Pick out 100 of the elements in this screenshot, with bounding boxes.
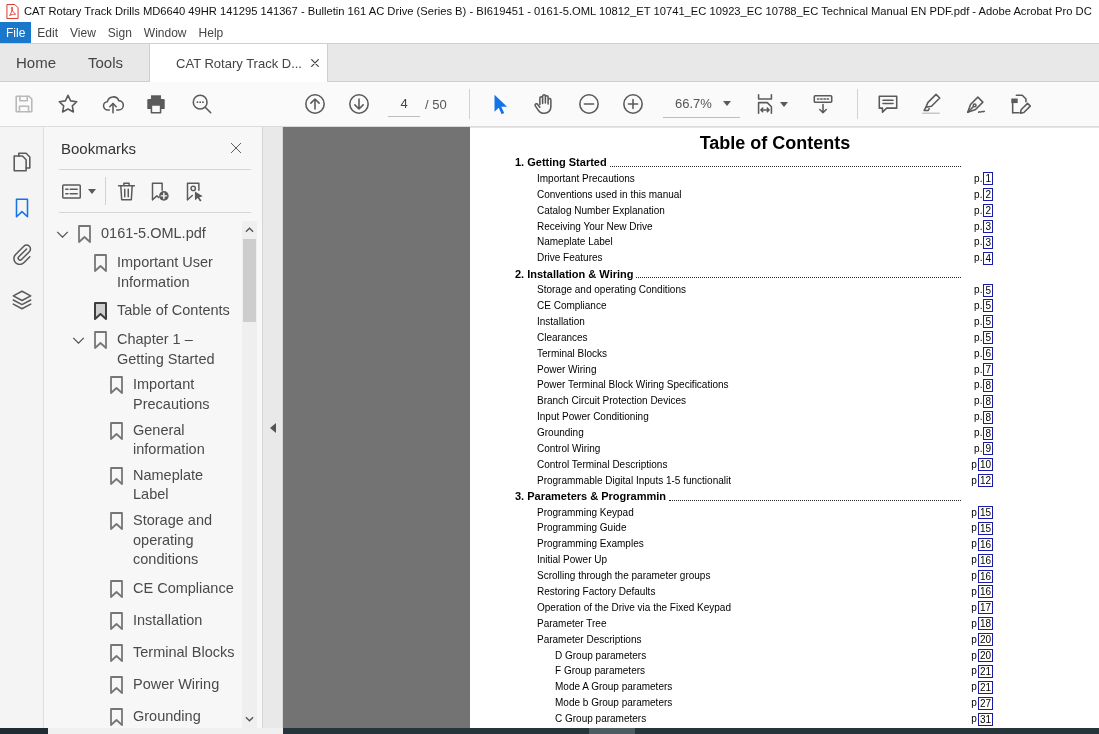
toc-entry[interactable]: Terminal Blocks bbox=[537, 347, 608, 359]
bookmark-label[interactable]: General information bbox=[133, 420, 238, 460]
toc-entry[interactable]: Initial Power Up bbox=[537, 554, 608, 566]
trash-icon[interactable] bbox=[116, 180, 137, 202]
bookmark-label[interactable]: Important User Information bbox=[117, 253, 238, 293]
toc-entry[interactable]: Parameter Tree bbox=[537, 617, 607, 629]
bookmark-label[interactable]: Storage and operating conditions bbox=[133, 510, 238, 570]
toc-entry[interactable]: CE Compliance bbox=[537, 299, 607, 311]
toc-entry[interactable]: Programmable Digital Inputs 1-5 functionalit bbox=[537, 474, 731, 486]
edit-document-icon[interactable] bbox=[1009, 93, 1031, 115]
menu-item[interactable]: Sign bbox=[101, 22, 138, 43]
cloud-upload-icon[interactable] bbox=[102, 93, 124, 115]
add-bookmark-icon[interactable] bbox=[149, 180, 170, 202]
page-link[interactable]: 9 bbox=[983, 442, 993, 456]
page-link[interactable]: 3 bbox=[983, 220, 993, 233]
search-icon[interactable] bbox=[191, 93, 213, 115]
menu-item[interactable]: View bbox=[64, 22, 102, 43]
section-heading[interactable]: 2. Installation & Wiring bbox=[515, 267, 634, 281]
page-link[interactable]: 20 bbox=[977, 649, 993, 663]
toc-entry[interactable]: Scrolling through the parameter groups bbox=[537, 570, 711, 582]
menu-item[interactable]: Edit bbox=[31, 22, 65, 43]
toc-entry[interactable]: Power Wiring bbox=[537, 363, 597, 375]
caret-icon[interactable] bbox=[88, 188, 96, 194]
scrollbar[interactable] bbox=[242, 221, 257, 728]
page-link[interactable]: 4 bbox=[983, 251, 993, 265]
section-heading[interactable]: 3. Parameters & Programmin bbox=[515, 490, 666, 504]
toc-entry[interactable]: Storage and operating Conditions bbox=[537, 284, 686, 296]
page-link[interactable]: 1 bbox=[983, 172, 993, 186]
toc-entry[interactable]: Power Terminal Block Wiring Specifications bbox=[537, 379, 729, 391]
scroll-mode-icon[interactable] bbox=[812, 93, 834, 115]
menu-item[interactable]: Window bbox=[137, 22, 193, 43]
toc-entry[interactable]: Restoring Factory Defaults bbox=[537, 586, 656, 597]
page-link[interactable]: 31 bbox=[977, 712, 993, 726]
highlighter-icon[interactable] bbox=[920, 93, 942, 115]
page-link[interactable]: 15 bbox=[977, 521, 993, 535]
page-link[interactable]: 2 bbox=[983, 204, 993, 218]
nav-tab[interactable]: Tools bbox=[72, 44, 140, 81]
bookmark-label[interactable]: Installation bbox=[133, 610, 238, 631]
toc-entry[interactable]: Clearances bbox=[537, 331, 588, 343]
scroll-down-icon[interactable] bbox=[245, 716, 254, 722]
bookmark-label[interactable]: Chapter 1 – Getting Started bbox=[117, 330, 238, 370]
bookmark-label[interactable]: 0161-5.OML.pdf bbox=[101, 224, 238, 244]
layers-icon[interactable] bbox=[10, 289, 33, 311]
page-link[interactable]: 16 bbox=[977, 569, 993, 583]
bookmark-label[interactable]: Table of Contents bbox=[117, 301, 238, 321]
toc-entry[interactable]: Programming Keypad bbox=[537, 506, 634, 518]
menu-item[interactable]: File bbox=[0, 22, 32, 43]
toc-entry[interactable]: Control Terminal Descriptions bbox=[537, 458, 668, 470]
page-link[interactable]: 5 bbox=[983, 315, 993, 329]
paperclip-icon[interactable] bbox=[10, 243, 33, 265]
page-link[interactable]: 8 bbox=[983, 378, 993, 392]
bookmark-label[interactable]: Terminal Blocks bbox=[133, 642, 238, 663]
page-link[interactable]: 18 bbox=[977, 617, 993, 631]
toc-entry[interactable]: D Group parameters bbox=[555, 649, 647, 661]
toc-entry[interactable]: Parameter Descriptions bbox=[537, 633, 642, 645]
bookmark-label[interactable]: Nameplate Label bbox=[133, 465, 238, 505]
pages-icon[interactable] bbox=[10, 151, 33, 173]
page-link[interactable]: 12 bbox=[977, 474, 993, 488]
bookmark-label[interactable]: Grounding bbox=[133, 706, 238, 727]
page-link[interactable]: 21 bbox=[977, 664, 993, 678]
toc-entry[interactable]: F Group parameters bbox=[555, 665, 646, 677]
caret-icon[interactable] bbox=[780, 101, 788, 107]
nav-tab[interactable]: Home bbox=[0, 44, 72, 81]
zoom-in-icon[interactable] bbox=[622, 93, 644, 115]
page-link[interactable]: 7 bbox=[983, 363, 993, 376]
caret-icon[interactable] bbox=[723, 101, 731, 106]
bookmark-cursor-icon[interactable] bbox=[184, 180, 205, 202]
page-link[interactable]: 5 bbox=[983, 299, 993, 313]
scrollbar-thumb[interactable] bbox=[243, 239, 256, 322]
page-link[interactable]: 27 bbox=[977, 696, 993, 710]
toc-entry[interactable]: Operation of the Drive via the Fixed Keypad bbox=[537, 601, 731, 613]
toc-entry[interactable]: Programming Examples bbox=[537, 538, 644, 550]
page-link[interactable]: 16 bbox=[977, 553, 993, 567]
page-link[interactable]: 5 bbox=[983, 283, 993, 297]
page-link[interactable]: 8 bbox=[983, 410, 993, 424]
page-link[interactable]: 8 bbox=[983, 394, 993, 408]
page-link[interactable]: 2 bbox=[983, 188, 993, 202]
page-link[interactable]: 15 bbox=[977, 506, 993, 520]
toc-entry[interactable]: Catalog Number Explanation bbox=[537, 204, 665, 216]
close-icon[interactable] bbox=[310, 58, 320, 68]
page-link[interactable]: 10 bbox=[977, 458, 993, 472]
zoom-field[interactable]: 66.7% bbox=[663, 90, 740, 118]
toc-entry[interactable]: Input Power Conditioning bbox=[537, 411, 649, 423]
toc-entry[interactable]: Programming Guide bbox=[537, 522, 627, 534]
bookmark-label[interactable]: CE Compliance bbox=[133, 578, 238, 599]
fountain-pen-icon[interactable] bbox=[965, 93, 987, 115]
toc-entry[interactable]: Mode b Group parameters bbox=[555, 697, 673, 709]
chevron-down-icon[interactable] bbox=[72, 336, 85, 344]
toc-entry[interactable]: Nameplate Label bbox=[537, 236, 613, 248]
toc-entry[interactable]: C Group parameters bbox=[555, 713, 647, 725]
toc-entry[interactable]: Conventions used in this manual bbox=[537, 188, 682, 200]
page-link[interactable]: 16 bbox=[977, 537, 993, 551]
bookmark-label[interactable]: Important Precautions bbox=[133, 375, 238, 415]
document-tab[interactable]: CAT Rotary Track D... bbox=[149, 44, 328, 82]
page-number-field[interactable]: 4 bbox=[388, 91, 420, 117]
page-link[interactable]: 6 bbox=[983, 347, 993, 361]
star-icon[interactable] bbox=[57, 93, 79, 115]
toc-entry[interactable]: Installation bbox=[537, 315, 585, 327]
toc-entry[interactable]: Mode A Group parameters bbox=[555, 681, 673, 693]
zoom-out-icon[interactable] bbox=[578, 93, 600, 115]
